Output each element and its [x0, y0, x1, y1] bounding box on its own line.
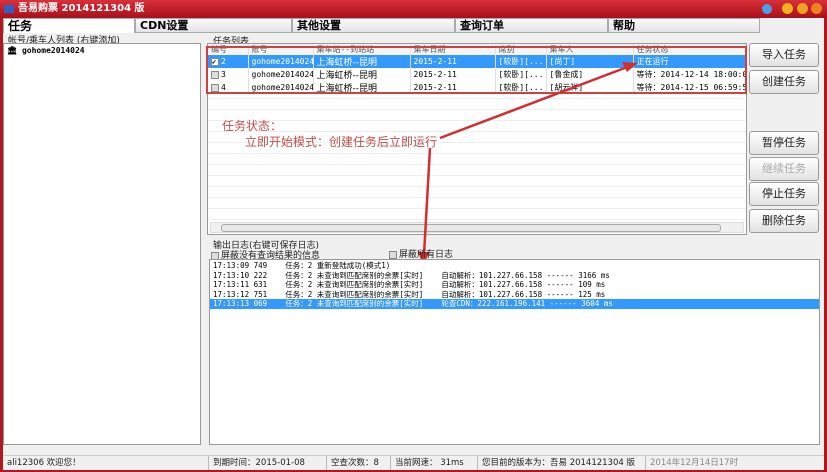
log-output[interactable]: 17:13:09 749 任务：2 重新登陆成功(模式1) 17:13:10 2… [209, 259, 820, 445]
status-datetime: 2014年12月14日17时 [645, 456, 738, 470]
arrow-to-status [439, 64, 631, 140]
status-speed: 当前网速： 31ms [390, 456, 464, 470]
log-line: 17:13:10 222 任务：2 未查询到匹配席别的余票[实时] 自动解析：1… [213, 270, 610, 280]
log-line: 17:13:12 751 任务：2 未查询到匹配席别的余票[实时] 自动解析：1… [213, 289, 606, 299]
status-version: 您目前的版本为：吾易 2014121304 版 [477, 456, 635, 470]
log-line: 17:13:11 631 任务：2 未查询到匹配席别的余票[实时] 自动解析：1… [213, 280, 606, 289]
checkbox[interactable] [389, 250, 397, 259]
status-empty-count: 空查次数：8 [326, 456, 379, 470]
status-welcome: ali12306 欢迎您！ [7, 458, 81, 468]
log-line: 17:13:09 749 任务：2 重新登陆成功(模式1) [213, 261, 391, 270]
status-expire: 到期时间：2015-01-08 [208, 456, 305, 470]
log-line: 17:13:13 069 任务：2 未查询到匹配席别的余票[实时] 轮查CDN：… [210, 299, 819, 309]
arrow-to-log [422, 147, 432, 256]
